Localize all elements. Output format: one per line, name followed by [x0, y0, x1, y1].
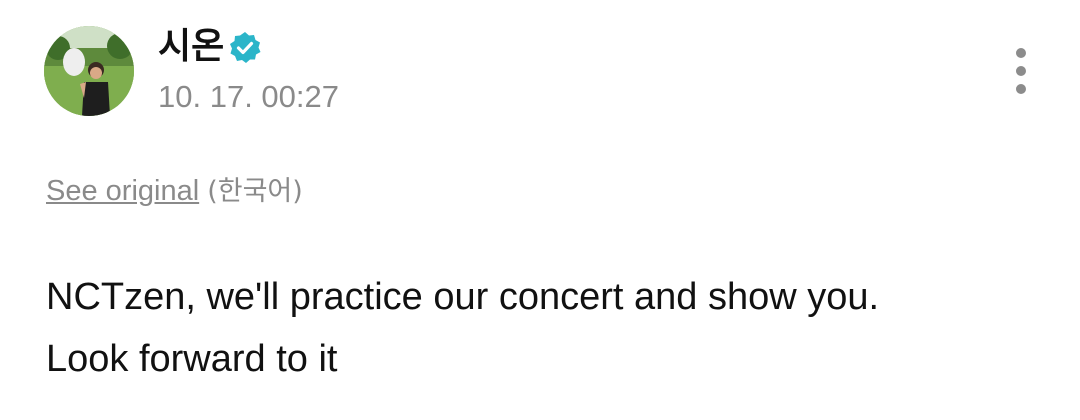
post-card: 시온 10. 17. 00:27 See original (한국어) NCTz…	[0, 0, 1080, 420]
vertical-ellipsis-icon	[1016, 48, 1026, 58]
post-body: NCTzen, we'll practice our concert and s…	[46, 266, 1046, 390]
post-body-line: Look forward to it	[46, 338, 338, 380]
translation-row: See original (한국어)	[46, 170, 303, 213]
verified-badge-icon	[230, 32, 261, 63]
more-options-button[interactable]	[1004, 44, 1038, 98]
post-timestamp: 10. 17. 00:27	[158, 79, 339, 114]
vertical-ellipsis-icon-dot	[1016, 66, 1026, 76]
author-name[interactable]: 시온	[158, 22, 224, 72]
vertical-ellipsis-icon-dot	[1016, 84, 1026, 94]
avatar-photo	[44, 26, 134, 116]
post-body-line: NCTzen, we'll practice our concert and s…	[46, 276, 880, 318]
see-original-link[interactable]: See original	[46, 175, 199, 207]
original-language-label: (한국어)	[207, 176, 303, 207]
avatar[interactable]	[44, 26, 134, 116]
